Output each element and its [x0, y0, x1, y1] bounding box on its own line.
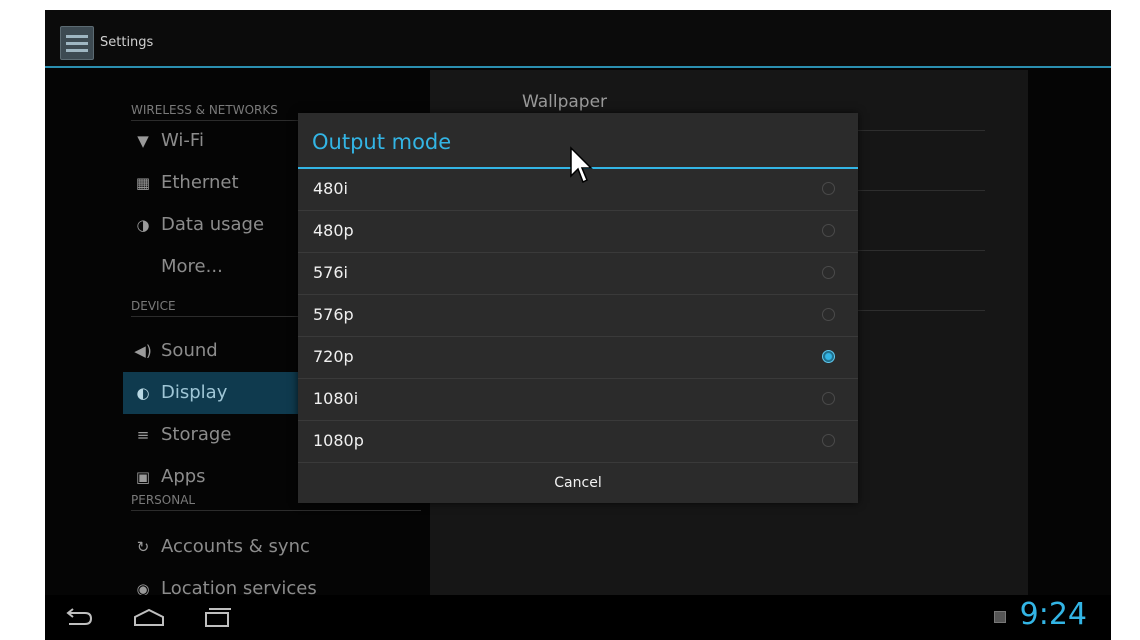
- option-label: 480p: [313, 221, 354, 240]
- settings-app-icon[interactable]: [60, 26, 94, 60]
- option-label: 480i: [313, 179, 348, 198]
- sidebar-item-label: Accounts & sync: [161, 536, 310, 557]
- radio-button[interactable]: [822, 308, 835, 321]
- sidebar-item-location[interactable]: ◉ Location services: [123, 568, 423, 595]
- sidebar-item-label: Storage: [161, 424, 232, 445]
- cancel-button[interactable]: Cancel: [298, 462, 858, 504]
- sidebar-item-label: Ethernet: [161, 172, 239, 193]
- home-icon[interactable]: [129, 605, 169, 631]
- option-720p[interactable]: 720p: [298, 337, 858, 379]
- sidebar-item-accounts-sync[interactable]: ↻ Accounts & sync: [123, 526, 423, 568]
- sidebar-item-label: Sound: [161, 340, 218, 361]
- mouse-pointer-icon: [570, 146, 593, 184]
- radio-button-selected[interactable]: [822, 350, 835, 363]
- sidebar-item-label: Wi-Fi: [161, 130, 204, 151]
- option-480p[interactable]: 480p: [298, 211, 858, 253]
- app-title: Settings: [100, 35, 154, 50]
- data-usage-icon: ◑: [136, 216, 150, 234]
- sidebar-item-label: Data usage: [161, 214, 265, 235]
- notification-icon[interactable]: [994, 611, 1006, 623]
- sound-icon: ◀): [134, 342, 152, 360]
- wallpaper-setting[interactable]: Wallpaper: [522, 92, 607, 112]
- display-icon: ◐: [136, 384, 150, 402]
- dialog-title: Output mode: [312, 130, 452, 154]
- sidebar-item-label: Display: [161, 382, 228, 403]
- option-1080p[interactable]: 1080p: [298, 421, 858, 462]
- navigation-bar: 9:24: [45, 595, 1111, 640]
- ethernet-icon: ▦: [135, 174, 151, 192]
- sidebar-item-label: More...: [161, 256, 223, 277]
- option-label: 576i: [313, 263, 348, 282]
- option-label: 720p: [313, 347, 354, 366]
- radio-button[interactable]: [822, 224, 835, 237]
- recent-apps-icon[interactable]: [197, 605, 237, 631]
- radio-button[interactable]: [822, 434, 835, 447]
- option-576p[interactable]: 576p: [298, 295, 858, 337]
- radio-button[interactable]: [822, 392, 835, 405]
- action-bar: Settings: [45, 10, 1111, 68]
- wifi-icon: ▼: [137, 132, 149, 150]
- radio-button[interactable]: [822, 266, 835, 279]
- sidebar-item-label: Location services: [161, 578, 317, 595]
- radio-button[interactable]: [822, 182, 835, 195]
- option-label: 1080i: [313, 389, 359, 408]
- back-icon[interactable]: [59, 605, 99, 631]
- option-label: 1080p: [313, 431, 364, 450]
- storage-icon: ≡: [136, 426, 150, 444]
- clock[interactable]: 9:24: [1020, 597, 1087, 632]
- option-576i[interactable]: 576i: [298, 253, 858, 295]
- sync-icon: ↻: [136, 538, 150, 556]
- location-icon: ◉: [136, 580, 150, 595]
- option-1080i[interactable]: 1080i: [298, 379, 858, 421]
- option-label: 576p: [313, 305, 354, 324]
